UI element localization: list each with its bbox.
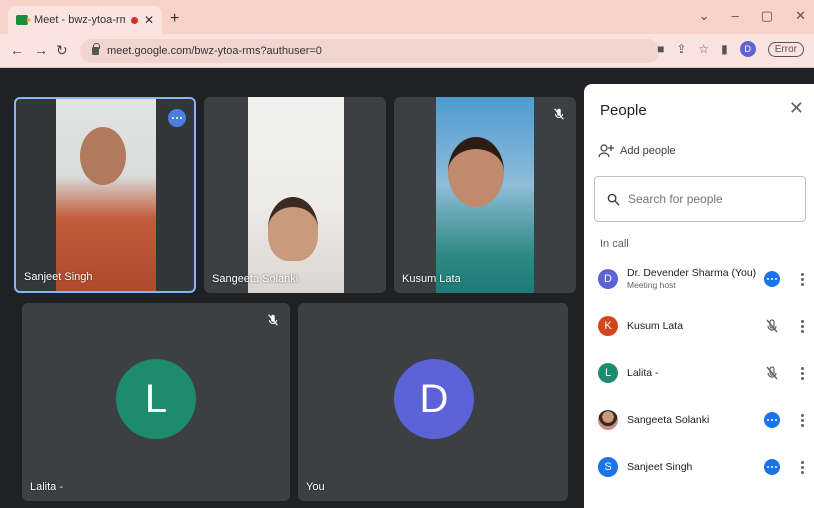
participant-row[interactable]: L Lalita - <box>598 358 808 388</box>
window-controls: ⌄ – ▢ ✕ <box>699 8 806 24</box>
video-tile-lalita[interactable]: L Lalita - <box>22 303 290 501</box>
face-shape <box>80 127 126 185</box>
participant-avatar: D <box>598 269 618 289</box>
more-options-icon[interactable] <box>800 366 804 380</box>
participant-row[interactable]: K Kusum Lata <box>598 311 808 341</box>
face-shape <box>268 197 318 261</box>
video-tile-kusum-lata[interactable]: Kusum Lata <box>394 97 576 293</box>
participant-name: Lalita - <box>627 367 659 379</box>
participant-photo-avatar <box>598 410 618 430</box>
lock-icon <box>92 43 100 55</box>
back-button[interactable]: ← <box>10 42 24 58</box>
participant-row[interactable]: Sangeeta Solanki <box>598 405 808 435</box>
video-tile-sangeeta-solanki[interactable]: Sangeeta Solanki <box>204 97 386 293</box>
participant-video <box>436 97 534 293</box>
in-call-heading: In call <box>600 238 629 250</box>
error-button[interactable]: Error <box>767 41 804 57</box>
face-shape <box>448 137 504 207</box>
search-input[interactable] <box>628 192 778 206</box>
browser-tab[interactable]: Meet - bwz-ytoa-rms ✕ <box>8 6 162 34</box>
close-panel-icon[interactable]: ✕ <box>789 98 804 119</box>
more-options-icon[interactable] <box>800 460 804 474</box>
participant-video <box>56 99 156 291</box>
participant-avatar: L <box>116 359 196 439</box>
reload-button[interactable]: ↻ <box>56 42 68 59</box>
add-person-icon <box>598 144 614 158</box>
participant-avatar: S <box>598 457 618 477</box>
new-tab-button[interactable]: + <box>170 10 179 28</box>
more-options-icon[interactable] <box>800 319 804 333</box>
profile-avatar[interactable]: D <box>739 41 756 57</box>
speaking-indicator-icon <box>764 412 780 428</box>
video-tile-self[interactable]: D You <box>298 303 568 501</box>
speaking-indicator-icon <box>764 459 780 475</box>
share-icon[interactable]: ⇪ <box>676 42 686 56</box>
participant-avatar: L <box>598 363 618 383</box>
participant-name-text: Dr. Devender Sharma (You) <box>627 267 757 279</box>
camera-icon[interactable]: ■ <box>657 42 664 56</box>
toolbar-actions: ■ ⇪ ☆ ▮ D Error <box>657 41 804 57</box>
sidebar-icon[interactable]: ▮ <box>721 42 728 56</box>
url-text: meet.google.com/bwz-ytoa-rms?authuser=0 <box>107 45 322 57</box>
search-icon <box>607 193 620 206</box>
more-options-icon[interactable] <box>800 413 804 427</box>
mic-off-icon[interactable] <box>764 365 780 381</box>
people-panel: People ✕ Add people In call D Dr. Devend… <box>584 84 814 508</box>
participant-row[interactable]: S Sanjeet Singh <box>598 452 808 482</box>
participant-avatar: K <box>598 316 618 336</box>
minimize-button[interactable]: – <box>732 8 739 24</box>
mic-off-icon <box>554 108 564 120</box>
more-options-icon[interactable] <box>800 272 804 286</box>
tab-search-chevron-icon[interactable]: ⌄ <box>699 8 710 24</box>
recording-indicator-icon <box>130 16 138 24</box>
add-people-button[interactable]: Add people <box>598 144 676 158</box>
mic-off-icon <box>268 314 278 326</box>
participant-name: Sanjeet Singh <box>627 461 693 473</box>
browser-tab-strip: Meet - bwz-ytoa-rms ✕ + ⌄ – ▢ ✕ <box>0 0 814 34</box>
participant-name: Dr. Devender Sharma (You) Meeting host <box>627 267 764 291</box>
browser-toolbar: ← → ↻ meet.google.com/bwz-ytoa-rms?authu… <box>0 34 814 68</box>
tab-title: Meet - bwz-ytoa-rms <box>34 14 125 26</box>
participant-name: You <box>306 481 325 493</box>
search-people-field[interactable] <box>594 176 806 222</box>
address-bar[interactable]: meet.google.com/bwz-ytoa-rms?authuser=0 <box>80 39 660 63</box>
speaking-indicator-icon <box>764 271 780 287</box>
participant-avatar: D <box>394 359 474 439</box>
participant-video <box>248 97 344 293</box>
bookmark-star-icon[interactable]: ☆ <box>698 42 709 56</box>
forward-button[interactable]: → <box>34 42 48 58</box>
meet-favicon-icon <box>16 15 31 25</box>
participant-name: Kusum Lata <box>627 320 684 332</box>
participant-name: Sangeeta Solanki <box>627 414 710 426</box>
participant-role: Meeting host <box>627 280 676 290</box>
add-people-label: Add people <box>620 145 676 157</box>
more-options-icon[interactable] <box>168 109 186 127</box>
participant-name: Sanjeet Singh <box>24 271 93 283</box>
panel-title: People <box>600 102 647 119</box>
video-tile-sanjeet-singh[interactable]: Sanjeet Singh <box>14 97 196 293</box>
participant-name: Kusum Lata <box>402 273 461 285</box>
close-tab-icon[interactable]: ✕ <box>144 13 154 27</box>
participant-row[interactable]: D Dr. Devender Sharma (You) Meeting host <box>598 264 808 294</box>
participant-name: Lalita - <box>30 481 64 493</box>
participant-name: Sangeeta Solanki <box>212 273 299 285</box>
close-window-button[interactable]: ✕ <box>795 8 806 24</box>
maximize-button[interactable]: ▢ <box>761 8 773 24</box>
mic-off-icon[interactable] <box>764 318 780 334</box>
